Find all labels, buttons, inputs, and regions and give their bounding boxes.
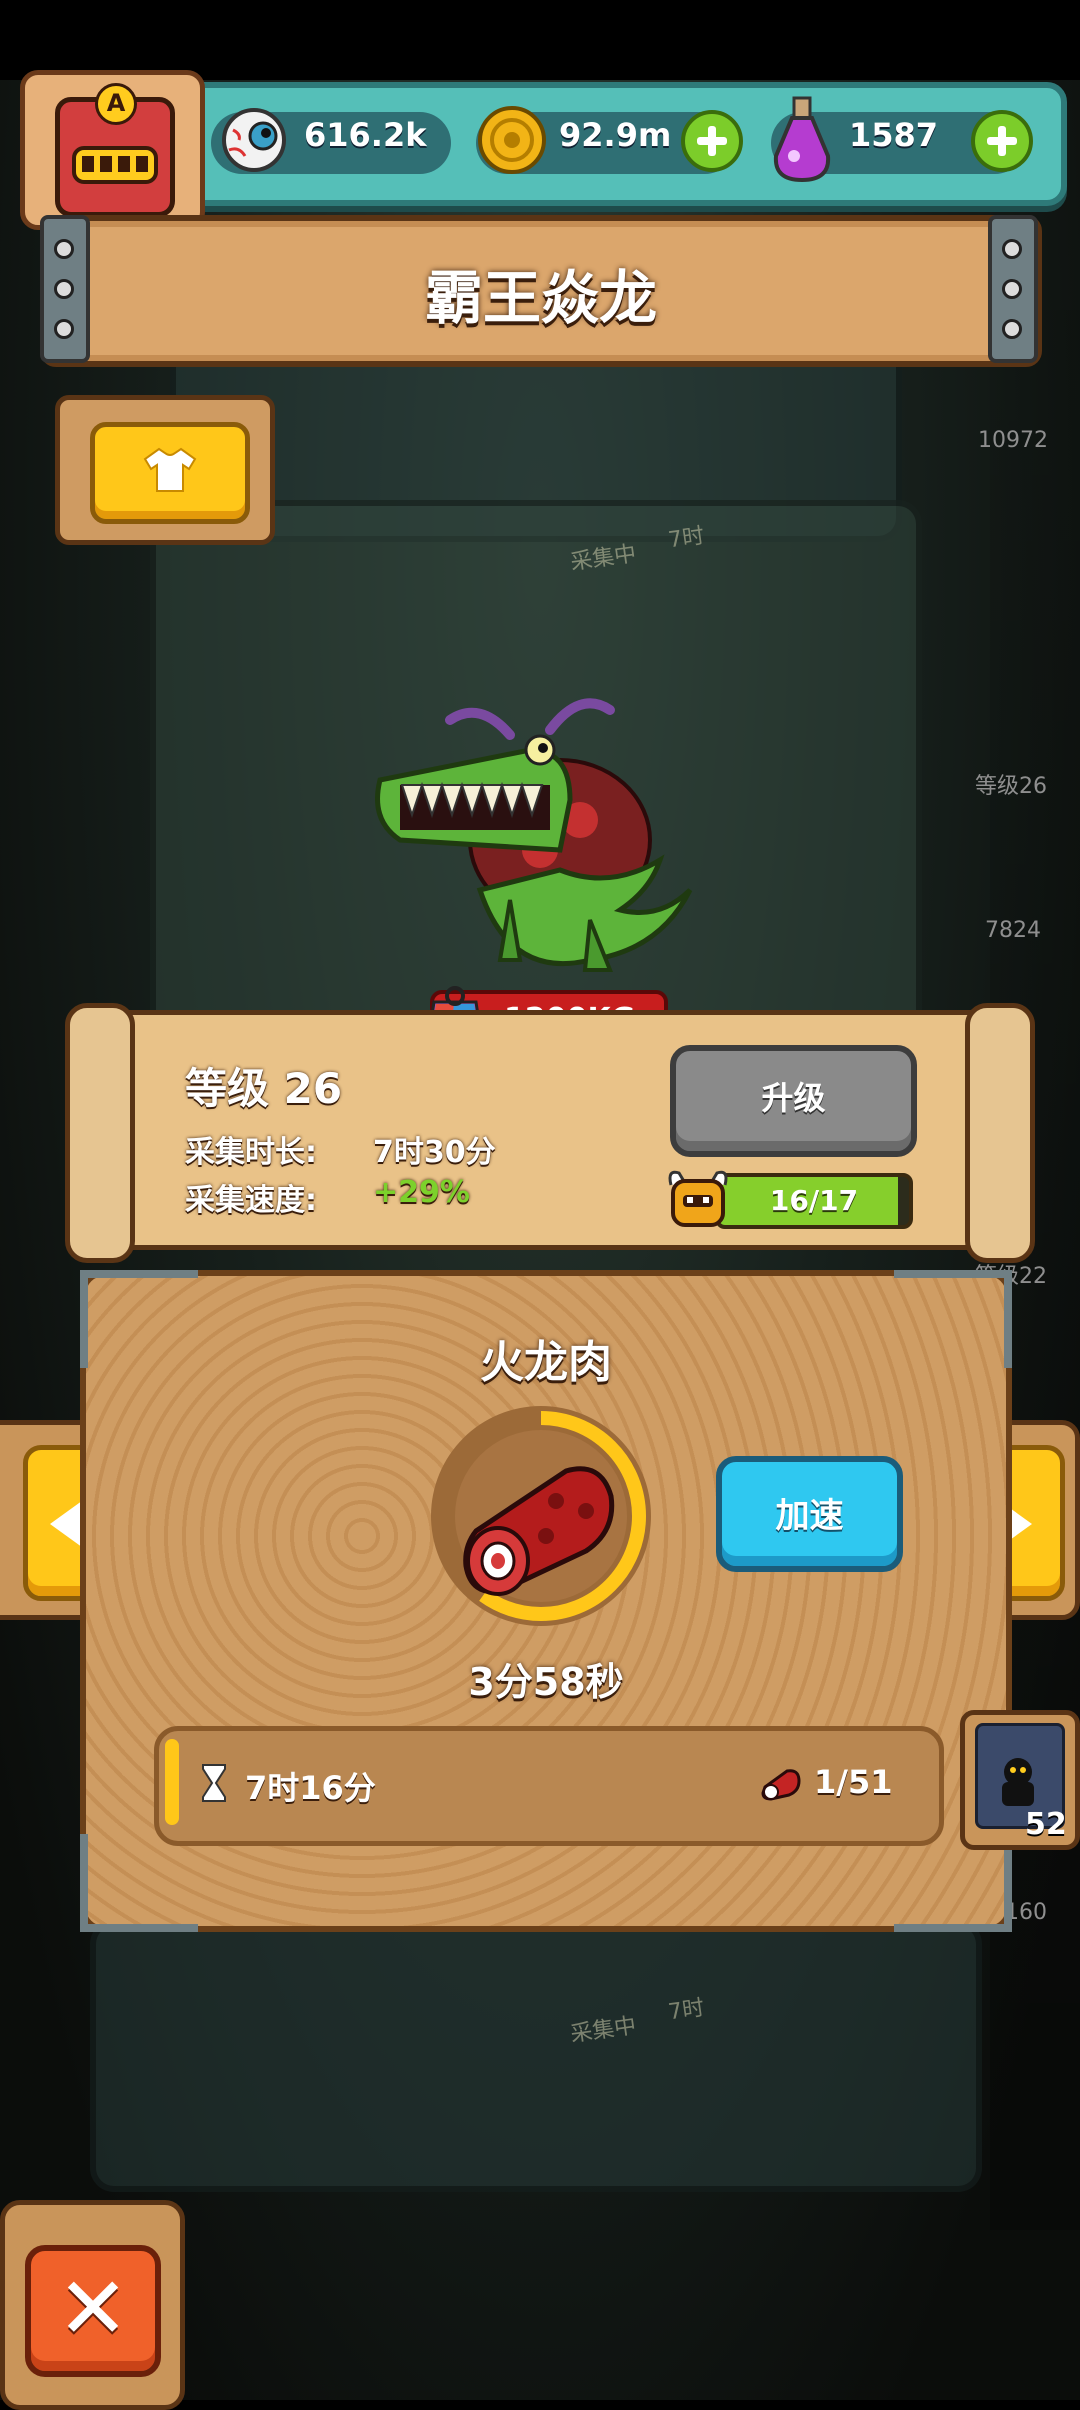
product-name: 火龙肉 (480, 1337, 612, 1388)
coin-icon (478, 106, 546, 174)
potion-icon (773, 96, 831, 183)
production-panel: 火龙肉 加速 3分58秒 7时16分 1/51 (80, 1270, 1012, 1932)
close-icon: ✕ (56, 2259, 130, 2359)
close-button[interactable]: ✕ (25, 2245, 161, 2377)
eyeball-icon (222, 108, 286, 172)
collect-speed-label: 采集速度: (185, 1183, 317, 1218)
upgrade-progress-text: 16/17 (769, 1184, 859, 1217)
eyeball-amount: 616.2k (304, 116, 427, 154)
player-avatar[interactable]: A (20, 70, 205, 230)
monster-card-icon (668, 1170, 728, 1227)
potion-amount: 1587 (849, 116, 939, 154)
monster-silhouette-icon (1002, 1758, 1034, 1806)
resource-bar: 616.2k 92.9m 1587 (175, 82, 1067, 206)
product-count: 1/51 (814, 1763, 893, 1801)
meat-small-icon (761, 1769, 801, 1801)
monster-level: 等级 26 (185, 1064, 343, 1113)
skin-button[interactable] (90, 422, 250, 524)
side-stat: 7824 (985, 918, 1041, 943)
bg-time-label: 7时 (666, 523, 706, 554)
skin-sign (55, 395, 275, 545)
add-potion-button[interactable] (971, 110, 1033, 172)
lower-room (90, 1920, 982, 2192)
scroll-roll-left (65, 1003, 135, 1263)
monster-info-panel: 等级 26 采集时长: 7时30分 采集速度: +29% 升级 16/17 (65, 1003, 1035, 1263)
collection-status-bar: 7时16分 1/51 (154, 1726, 944, 1846)
equipment-count: 52 (1025, 1807, 1067, 1842)
collect-duration-label: 采集时长: (185, 1135, 317, 1170)
avatar-teeth-icon (72, 146, 158, 184)
side-stat: 10972 (978, 428, 1048, 453)
scroll-roll-right (965, 1003, 1035, 1263)
title-plank: 霸王焱龙 (40, 215, 1042, 367)
upgrade-button[interactable]: 升级 (670, 1045, 917, 1157)
close-sign: ✕ (0, 2200, 185, 2410)
collect-speed-value: +29% (373, 1175, 470, 1210)
side-level: 等级26 (975, 774, 1047, 799)
upgrade-progress-bar: 16/17 (715, 1173, 913, 1229)
panel-corner (80, 1834, 198, 1932)
remaining-time: 7时16分 (245, 1769, 376, 1807)
add-coins-button[interactable] (681, 110, 743, 172)
shirt-icon (143, 447, 197, 492)
status-bar-accent (165, 1739, 179, 1825)
hourglass-icon (202, 1764, 226, 1802)
avatar-rank-letter: A (95, 83, 137, 125)
production-timer: 3分58秒 (468, 1660, 624, 1704)
monster-name: 霸王焱龙 (424, 264, 657, 332)
collect-duration-value: 7时30分 (373, 1135, 496, 1170)
coin-amount: 92.9m (559, 116, 672, 154)
bg-time-label: 7时 (666, 1995, 706, 2026)
speed-up-label: 加速 (775, 1496, 844, 1536)
equipment-card[interactable]: 52 (960, 1710, 1080, 1850)
production-progress-ring (431, 1406, 651, 1626)
upgrade-button-label: 升级 (761, 1079, 826, 1117)
speed-up-button[interactable]: 加速 (716, 1456, 903, 1572)
dragon-monster-image (375, 698, 693, 972)
